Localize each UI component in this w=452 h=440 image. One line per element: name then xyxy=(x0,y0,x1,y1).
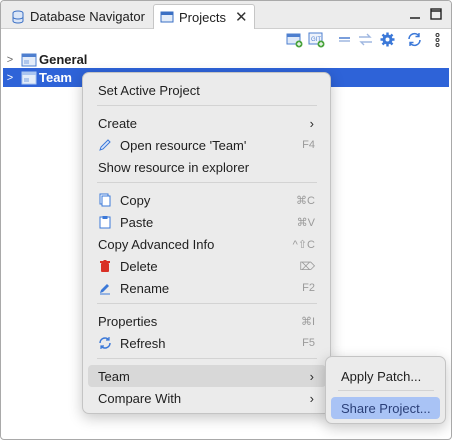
team-submenu: Apply Patch... Share Project... xyxy=(325,356,446,424)
menu-item-delete[interactable]: Delete ⌦ xyxy=(88,255,326,277)
menu-item-show-in-explorer[interactable]: Show resource in explorer xyxy=(88,156,326,178)
close-tab-icon[interactable]: ✕ xyxy=(235,10,248,25)
menu-separator xyxy=(338,390,434,391)
database-navigator-icon xyxy=(12,10,24,23)
maximize-icon[interactable] xyxy=(429,7,443,21)
rename-icon xyxy=(100,284,110,295)
chevron-right-icon[interactable]: > xyxy=(3,72,17,84)
tab-bar: Database Navigator Projects ✕ xyxy=(1,1,451,29)
pencil-icon xyxy=(99,139,111,151)
paste-icon xyxy=(99,216,111,229)
menu-separator xyxy=(97,182,317,183)
menu-item-compare-with[interactable]: Compare With › xyxy=(88,387,326,409)
menu-separator xyxy=(97,303,317,304)
menu-item-paste[interactable]: Paste ⌘V xyxy=(88,211,326,233)
copy-icon xyxy=(99,193,111,207)
menu-item-copy-advanced-info[interactable]: Copy Advanced Info ^⇧C xyxy=(88,233,326,255)
chevron-right-icon: › xyxy=(309,368,314,384)
projects-view: Database Navigator Projects ✕ GIT > Gene… xyxy=(0,0,452,440)
menu-item-copy[interactable]: Copy ⌘C xyxy=(88,189,326,211)
tree-item-label: General xyxy=(39,52,88,67)
chevron-right-icon[interactable]: > xyxy=(3,54,17,66)
project-folder-icon xyxy=(21,71,37,84)
menu-item-refresh[interactable]: Refresh F5 xyxy=(88,332,326,354)
chevron-right-icon: › xyxy=(309,390,314,406)
tab-label: Database Navigator xyxy=(30,9,145,24)
view-toolbar: GIT xyxy=(1,29,451,51)
refresh-icon xyxy=(99,337,111,349)
menu-item-create[interactable]: Create › xyxy=(88,112,326,134)
submenu-item-share-project[interactable]: Share Project... xyxy=(331,397,440,419)
tree-item-label: Team xyxy=(39,70,72,85)
project-folder-icon xyxy=(21,53,37,66)
context-menu: Set Active Project Create › Open resourc… xyxy=(82,72,331,414)
refresh-sync-icon[interactable] xyxy=(406,31,423,48)
menu-item-properties[interactable]: Properties ⌘I xyxy=(88,310,326,332)
link-with-editor-icon[interactable] xyxy=(357,31,374,48)
submenu-item-apply-patch[interactable]: Apply Patch... xyxy=(331,365,440,387)
view-menu-icon[interactable] xyxy=(429,31,446,48)
menu-item-open-resource[interactable]: Open resource 'Team' F4 xyxy=(88,134,326,156)
settings-gear-icon[interactable] xyxy=(379,31,396,48)
tab-database-navigator[interactable]: Database Navigator xyxy=(5,4,151,29)
tree-item-general[interactable]: > General xyxy=(3,50,449,69)
delete-icon xyxy=(100,260,110,272)
chevron-right-icon: › xyxy=(309,115,314,131)
new-project-icon[interactable] xyxy=(286,31,303,48)
collapse-all-icon[interactable] xyxy=(336,31,353,48)
tab-label: Projects xyxy=(179,9,226,25)
menu-separator xyxy=(97,358,317,359)
minimize-icon[interactable] xyxy=(408,7,422,21)
menu-separator xyxy=(97,105,317,106)
menu-item-team[interactable]: Team › xyxy=(88,365,326,387)
tab-projects[interactable]: Projects ✕ xyxy=(153,4,255,29)
projects-icon xyxy=(160,11,174,23)
git-clone-icon[interactable]: GIT xyxy=(308,31,325,48)
menu-item-set-active-project[interactable]: Set Active Project xyxy=(88,79,326,101)
menu-item-rename[interactable]: Rename F2 xyxy=(88,277,326,299)
